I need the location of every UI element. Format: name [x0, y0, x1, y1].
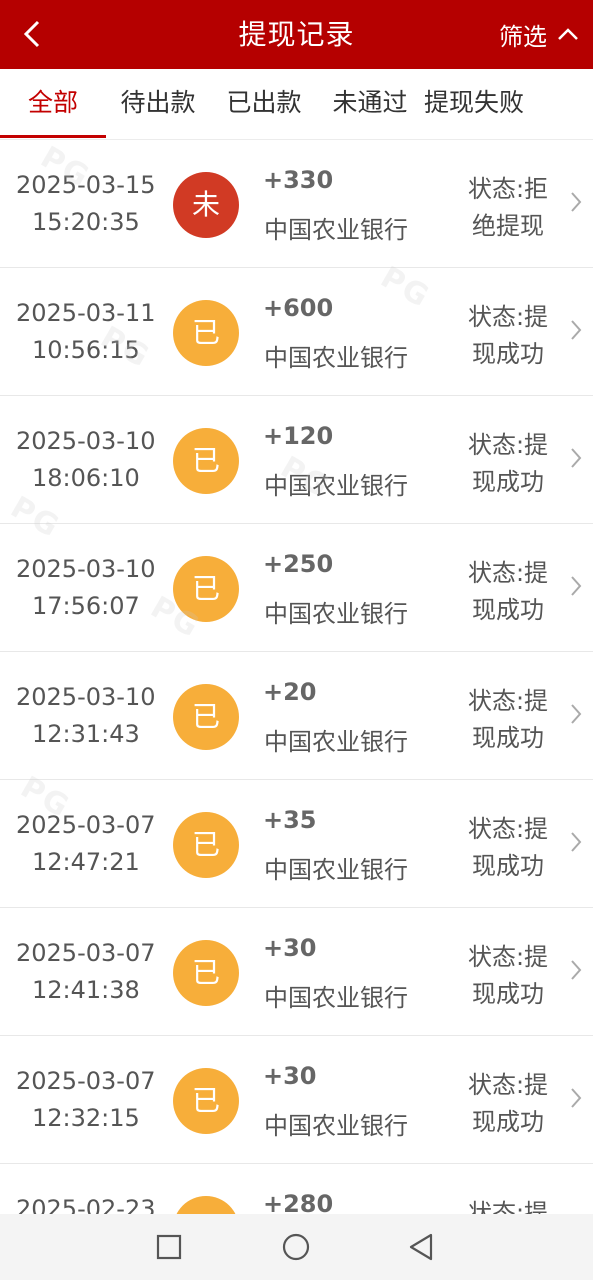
record-bank: 中国农业银行	[264, 728, 408, 756]
record-amount: +35	[263, 806, 317, 834]
status-badge: 已	[173, 812, 239, 878]
circle-icon	[282, 1233, 310, 1261]
record-date: 2025-03-10	[16, 683, 156, 711]
chevron-right-icon	[571, 832, 582, 852]
record-amount: +20	[263, 678, 317, 706]
record-bank: 中国农业银行	[264, 1112, 408, 1140]
record-amount: +120	[263, 422, 334, 450]
tab-paid[interactable]: 已出款	[214, 69, 314, 139]
record-time: 10:56:15	[32, 336, 140, 364]
record-status: 状态:提	[467, 1199, 549, 1214]
record-status: 状态:提现成功	[467, 431, 549, 496]
record-date: 2025-03-07	[16, 1067, 156, 1095]
record-bank: 中国农业银行	[264, 472, 408, 500]
chevron-right-icon	[571, 448, 582, 468]
nav-back-button[interactable]	[404, 1230, 438, 1264]
back-button[interactable]	[10, 12, 54, 56]
record-status: 状态:提现成功	[467, 303, 549, 368]
record-status: 状态:提现成功	[467, 687, 549, 752]
status-badge: 已	[173, 428, 239, 494]
app-header: 提现记录 筛选	[0, 0, 593, 69]
record-status: 状态:提现成功	[467, 559, 549, 624]
filter-button[interactable]: 筛选	[499, 12, 579, 56]
withdrawal-record[interactable]: 2025-02-23 已 +280 状态:提	[0, 1164, 593, 1214]
record-bank: 中国农业银行	[264, 344, 408, 372]
record-time: 12:31:43	[32, 720, 140, 748]
record-date: 2025-03-07	[16, 939, 156, 967]
status-badge: 已	[173, 684, 239, 750]
nav-home-button[interactable]	[279, 1230, 313, 1264]
chevron-right-icon	[571, 960, 582, 980]
record-bank: 中国农业银行	[264, 216, 408, 244]
record-time: 12:47:21	[32, 848, 140, 876]
filter-label: 筛选	[499, 22, 547, 51]
status-badge: 未	[173, 172, 239, 238]
record-amount: +30	[263, 934, 317, 962]
withdrawal-record[interactable]: 2025-03-07 12:47:21 已 +35 中国农业银行 状态:提现成功	[0, 780, 593, 908]
record-bank: 中国农业银行	[264, 600, 408, 628]
withdrawal-record[interactable]: 2025-03-15 15:20:35 未 +330 中国农业银行 状态:拒绝提现	[0, 140, 593, 268]
chevron-right-icon	[571, 576, 582, 596]
status-badge: 已	[173, 1196, 239, 1214]
record-status: 状态:提现成功	[467, 815, 549, 880]
record-status: 状态:提现成功	[467, 1071, 549, 1136]
status-tabs: 全部 待出款 已出款 未通过 提现失败	[0, 69, 593, 140]
triangle-left-icon	[409, 1233, 433, 1261]
record-amount: +30	[263, 1062, 317, 1090]
system-nav-bar	[0, 1214, 593, 1280]
withdrawal-list: 2025-03-15 15:20:35 未 +330 中国农业银行 状态:拒绝提现 2025…	[0, 140, 593, 1214]
tab-pending[interactable]: 待出款	[108, 69, 208, 139]
record-bank: 中国农业银行	[264, 984, 408, 1012]
record-amount: +250	[263, 550, 334, 578]
chevron-right-icon	[571, 192, 582, 212]
record-date: 2025-03-15	[16, 171, 156, 199]
withdrawal-record[interactable]: 2025-03-10 18:06:10 已 +120 中国农业银行 状态:提现成功	[0, 396, 593, 524]
withdrawal-record[interactable]: 2025-03-10 12:31:43 已 +20 中国农业银行 状态:提现成功	[0, 652, 593, 780]
withdrawal-record[interactable]: 2025-03-10 17:56:07 已 +250 中国农业银行 状态:提现成功	[0, 524, 593, 652]
record-status: 状态:拒绝提现	[467, 175, 549, 240]
square-icon	[156, 1234, 182, 1260]
status-badge: 已	[173, 1068, 239, 1134]
record-date: 2025-03-10	[16, 555, 156, 583]
record-amount: +280	[263, 1190, 334, 1214]
withdrawal-record[interactable]: 2025-03-11 10:56:15 已 +600 中国农业银行 状态:提现成功	[0, 268, 593, 396]
record-time: 12:32:15	[32, 1104, 140, 1132]
tab-failed[interactable]: 提现失败	[418, 69, 530, 139]
status-badge: 已	[173, 300, 239, 366]
record-status: 状态:提现成功	[467, 943, 549, 1008]
record-amount: +330	[263, 166, 334, 194]
chevron-up-icon	[558, 28, 578, 40]
chevron-right-icon	[571, 704, 582, 724]
status-badge: 已	[173, 556, 239, 622]
record-bank: 中国农业银行	[264, 856, 408, 884]
record-date: 2025-03-10	[16, 427, 156, 455]
withdrawal-record[interactable]: 2025-03-07 12:32:15 已 +30 中国农业银行 状态:提现成功	[0, 1036, 593, 1164]
record-time: 17:56:07	[32, 592, 140, 620]
tab-all[interactable]: 全部	[0, 69, 106, 139]
withdrawal-record[interactable]: 2025-03-07 12:41:38 已 +30 中国农业银行 状态:提现成功	[0, 908, 593, 1036]
record-date: 2025-03-07	[16, 811, 156, 839]
tab-rejected[interactable]: 未通过	[320, 69, 420, 139]
chevron-left-icon	[23, 20, 40, 48]
chevron-right-icon	[571, 1088, 582, 1108]
record-date: 2025-03-11	[16, 299, 156, 327]
record-date: 2025-02-23	[16, 1195, 156, 1214]
record-amount: +600	[263, 294, 334, 322]
chevron-right-icon	[571, 320, 582, 340]
tab-indicator	[0, 135, 106, 138]
record-time: 18:06:10	[32, 464, 140, 492]
record-time: 12:41:38	[32, 976, 140, 1004]
record-time: 15:20:35	[32, 208, 140, 236]
nav-recent-button[interactable]	[152, 1230, 186, 1264]
status-badge: 已	[173, 940, 239, 1006]
